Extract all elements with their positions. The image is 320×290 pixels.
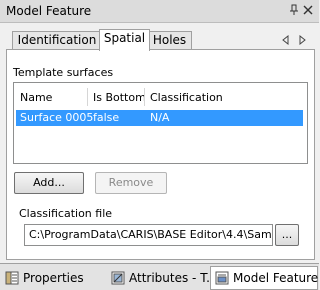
column-header-classification[interactable]: Classification	[150, 91, 223, 104]
column-header-is-bottom[interactable]: Is Bottom	[93, 91, 146, 104]
tab-properties-label: Properties	[23, 271, 84, 285]
properties-icon	[5, 271, 19, 285]
column-header-name[interactable]: Name	[20, 91, 52, 104]
add-button[interactable]: Add...	[14, 172, 84, 194]
model-feature-icon	[215, 271, 229, 285]
tab-model-feature[interactable]: Model Feature	[210, 266, 318, 290]
table-row[interactable]: Surface 0005 false N/A	[16, 110, 303, 126]
browse-button[interactable]: ...	[275, 224, 299, 246]
template-surfaces-list[interactable]: Name Is Bottom Classification Surface 00…	[13, 82, 308, 164]
window-title: Model Feature	[6, 4, 92, 18]
bottom-tab-bar: Properties Attributes - T... Model Featu…	[0, 263, 319, 290]
tab-holes[interactable]: Holes	[147, 31, 192, 50]
cell-classification: N/A	[150, 111, 170, 124]
remove-button[interactable]: Remove	[95, 172, 167, 194]
close-icon[interactable]	[303, 4, 313, 16]
template-surfaces-label: Template surfaces	[13, 66, 114, 79]
attributes-icon	[111, 271, 125, 285]
tab-attributes-label: Attributes - T...	[129, 271, 218, 285]
scroll-right-icon[interactable]	[297, 35, 307, 45]
pin-icon[interactable]	[289, 4, 299, 16]
tab-attributes[interactable]: Attributes - T...	[106, 266, 218, 290]
classification-file-label: Classification file	[19, 207, 113, 220]
cell-name: Surface 0005	[20, 111, 94, 124]
scroll-left-icon[interactable]	[281, 35, 291, 45]
tab-properties[interactable]: Properties	[0, 266, 100, 290]
title-bar: Model Feature	[0, 0, 319, 23]
tab-spatial[interactable]: Spatial	[99, 29, 150, 51]
cell-is-bottom: false	[93, 111, 120, 124]
tab-model-feature-label: Model Feature	[233, 271, 319, 285]
column-separator	[87, 88, 88, 106]
classification-file-field[interactable]: C:\ProgramData\CARIS\BASE Editor\4.4\Sam…	[24, 224, 273, 246]
tab-identification[interactable]: Identification	[12, 31, 102, 50]
column-separator	[144, 88, 145, 106]
